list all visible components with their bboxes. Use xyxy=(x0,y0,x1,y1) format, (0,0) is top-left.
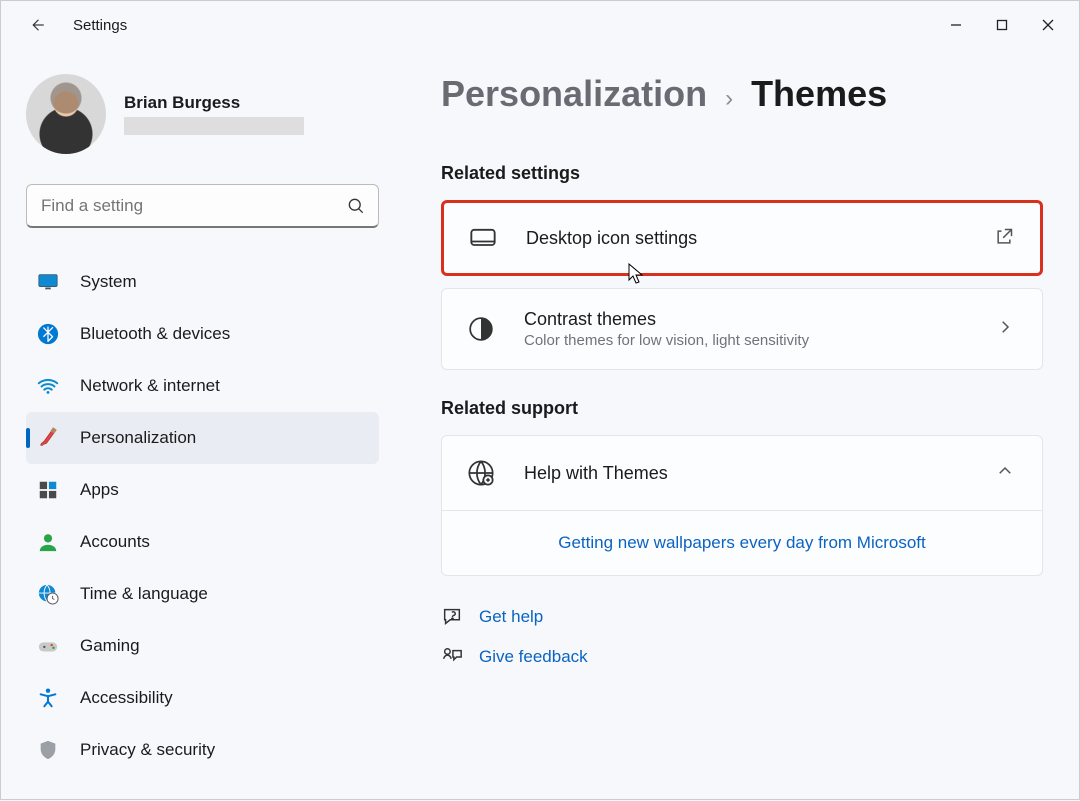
card-title: Desktop icon settings xyxy=(526,228,966,249)
minimize-button[interactable] xyxy=(933,9,979,41)
help-with-themes-toggle[interactable]: Help with Themes xyxy=(442,436,1042,510)
window-title: Settings xyxy=(73,17,127,34)
get-help-link[interactable]: Get help xyxy=(441,606,1043,628)
desktop-icon-settings-card[interactable]: Desktop icon settings xyxy=(441,200,1043,276)
nav-label: Network & internet xyxy=(80,376,220,396)
bluetooth-icon xyxy=(36,322,60,346)
search-input[interactable] xyxy=(41,196,346,216)
search-icon xyxy=(346,196,366,216)
card-title: Contrast themes xyxy=(524,309,968,330)
chevron-right-icon: › xyxy=(725,85,733,113)
nav-gaming[interactable]: Gaming xyxy=(26,620,379,672)
nav-label: Personalization xyxy=(80,428,196,448)
give-feedback-label: Give feedback xyxy=(479,647,588,667)
search-box[interactable] xyxy=(26,184,379,228)
contrast-themes-card[interactable]: Contrast themes Color themes for low vis… xyxy=(441,288,1043,370)
get-help-label: Get help xyxy=(479,607,543,627)
give-feedback-link[interactable]: Give feedback xyxy=(441,646,1043,668)
related-support-heading: Related support xyxy=(441,398,1043,419)
help-chat-icon xyxy=(441,606,463,628)
user-name: Brian Burgess xyxy=(124,93,304,113)
close-button[interactable] xyxy=(1025,9,1071,41)
feedback-icon xyxy=(441,646,463,668)
chevron-up-icon xyxy=(996,462,1018,484)
nav-accounts[interactable]: Accounts xyxy=(26,516,379,568)
shield-icon xyxy=(36,738,60,762)
nav-label: Gaming xyxy=(80,636,140,656)
breadcrumb-parent[interactable]: Personalization xyxy=(441,73,707,115)
nav-list: System Bluetooth & devices Network & int… xyxy=(26,256,379,776)
back-button[interactable] xyxy=(21,9,53,41)
help-globe-icon xyxy=(466,458,496,488)
nav-label: Accounts xyxy=(80,532,150,552)
related-settings-heading: Related settings xyxy=(441,163,1043,184)
help-with-themes-card: Help with Themes Getting new wallpapers … xyxy=(441,435,1043,576)
nav-accessibility[interactable]: Accessibility xyxy=(26,672,379,724)
wallpapers-link[interactable]: Getting new wallpapers every day from Mi… xyxy=(558,533,926,552)
user-email-redacted xyxy=(124,117,304,135)
user-profile[interactable]: Brian Burgess xyxy=(26,74,379,154)
nav-label: Accessibility xyxy=(80,688,173,708)
nav-label: Time & language xyxy=(80,584,208,604)
nav-apps[interactable]: Apps xyxy=(26,464,379,516)
avatar xyxy=(26,74,106,154)
brush-icon xyxy=(36,426,60,450)
nav-label: System xyxy=(80,272,137,292)
breadcrumb: Personalization › Themes xyxy=(441,73,1043,115)
nav-time-language[interactable]: Time & language xyxy=(26,568,379,620)
monitor-icon xyxy=(36,270,60,294)
nav-network[interactable]: Network & internet xyxy=(26,360,379,412)
support-title: Help with Themes xyxy=(524,463,668,484)
nav-bluetooth[interactable]: Bluetooth & devices xyxy=(26,308,379,360)
globe-time-icon xyxy=(36,582,60,606)
nav-system[interactable]: System xyxy=(26,256,379,308)
nav-privacy[interactable]: Privacy & security xyxy=(26,724,379,776)
desktop-icon xyxy=(468,223,498,253)
nav-personalization[interactable]: Personalization xyxy=(26,412,379,464)
wifi-icon xyxy=(36,374,60,398)
open-external-icon xyxy=(994,227,1016,249)
accessibility-icon xyxy=(36,686,60,710)
person-icon xyxy=(36,530,60,554)
breadcrumb-current: Themes xyxy=(751,73,887,115)
gamepad-icon xyxy=(36,634,60,658)
apps-icon xyxy=(36,478,60,502)
chevron-right-icon xyxy=(996,318,1018,340)
card-subtitle: Color themes for low vision, light sensi… xyxy=(524,332,968,349)
nav-label: Bluetooth & devices xyxy=(80,324,230,344)
contrast-icon xyxy=(466,314,496,344)
nav-label: Privacy & security xyxy=(80,740,215,760)
maximize-button[interactable] xyxy=(979,9,1025,41)
nav-label: Apps xyxy=(80,480,119,500)
